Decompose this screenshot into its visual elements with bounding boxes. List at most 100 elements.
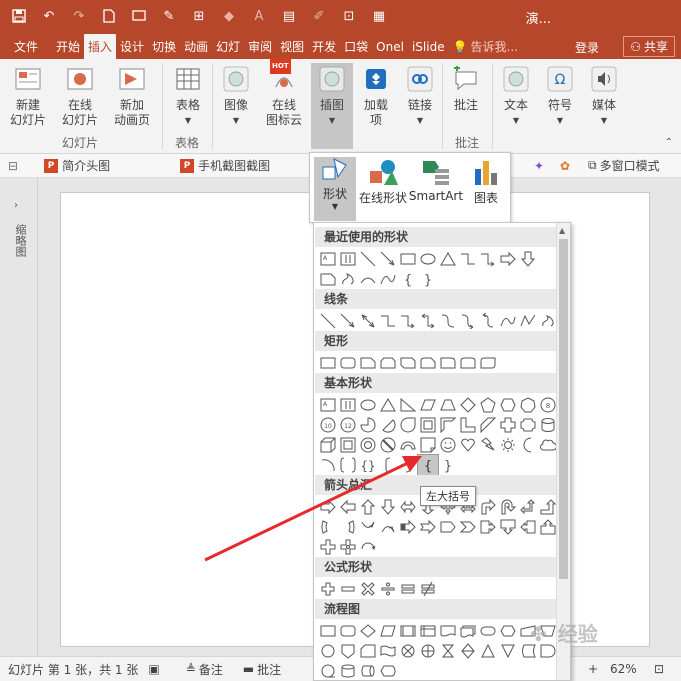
chord-shape[interactable] [378,415,398,435]
redo-icon[interactable]: ↷ [68,5,90,27]
smartart-button[interactable]: SmartArt [409,157,463,203]
down-arrow-shape[interactable] [518,249,538,269]
image-button[interactable]: 图像 ▼ [218,63,254,128]
right-arrow-callout-shape[interactable] [478,517,498,537]
double-bracket-shape[interactable] [338,455,358,475]
text-button[interactable]: 文本 ▼ [498,63,534,128]
moon-shape[interactable] [518,435,538,455]
slideshow-icon[interactable] [128,5,150,27]
puzzle-icon[interactable]: ✦ [534,159,544,173]
elbow-arrow-shape[interactable] [478,249,498,269]
flowchart-display-shape[interactable] [378,661,398,680]
heptagon-shape[interactable] [518,395,538,415]
oval-shape[interactable] [358,395,378,415]
divide-shape[interactable] [378,579,398,599]
new-slide-button[interactable]: 新建 幻灯片 [6,63,50,128]
tab-animations[interactable]: 动画 [180,34,212,59]
cube-shape[interactable] [318,435,338,455]
left-up-arrow-shape[interactable] [518,497,538,517]
new-file-icon[interactable] [98,5,120,27]
flowchart-connector-shape[interactable] [318,641,338,661]
right-bracket-shape[interactable] [398,455,418,475]
tab-view[interactable]: 视图 [276,34,308,59]
collapse-ribbon-icon[interactable]: ⌃ [665,137,673,148]
vertical-textbox-shape[interactable] [338,249,358,269]
curve-shape[interactable] [498,311,518,331]
isosceles-triangle-shape[interactable] [378,395,398,415]
flowchart-data-shape[interactable] [378,621,398,641]
illustrations-button[interactable]: 插图 ▼ [311,63,353,149]
tab-slideshow[interactable]: 幻灯 [212,34,244,59]
curved-double-arrow-shape[interactable] [478,311,498,331]
cross-arrow-shape[interactable] [338,537,358,557]
login-link[interactable]: 登录 [575,39,599,56]
flowchart-merge-shape[interactable] [498,641,518,661]
round-diagonal-shape[interactable] [478,353,498,373]
flowchart-internal-storage-shape[interactable] [418,621,438,641]
save-icon[interactable] [8,5,30,27]
freeform-shape[interactable] [518,311,538,331]
half-frame-shape[interactable] [438,415,458,435]
round-same-side-shape[interactable] [458,353,478,373]
online-shapes-button[interactable]: 在线形状 [358,157,408,206]
flowchart-card-shape[interactable] [358,641,378,661]
donut-shape[interactable] [358,435,378,455]
left-right-arrow-shape[interactable] [398,497,418,517]
theme-icon[interactable]: ▦ [368,5,390,27]
left-bracket-shape[interactable] [378,455,398,475]
tab-pocket[interactable]: 口袋 [340,34,372,59]
textbox-shape[interactable]: A [318,249,338,269]
left-arrow-shape[interactable] [338,497,358,517]
pentagon-arrow-shape[interactable] [438,517,458,537]
fit-window-icon[interactable]: ⊡ [654,662,664,676]
flowchart-magnetic-disk-shape[interactable] [338,661,358,680]
not-equal-shape[interactable] [418,579,438,599]
snip-same-side-shape[interactable] [378,353,398,373]
flowchart-multidocument-shape[interactable] [458,621,478,641]
multiply-shape[interactable] [358,579,378,599]
curved-up-arrow-shape[interactable] [358,517,378,537]
teardrop-shape[interactable] [398,415,418,435]
plaque-shape[interactable] [518,415,538,435]
freeform-shape[interactable] [338,269,358,289]
addins-button[interactable]: 加载 项 [358,63,394,128]
l-shape[interactable] [458,415,478,435]
media-button[interactable]: 媒体 ▼ [586,63,622,128]
right-brace-shape[interactable]: } [418,269,438,289]
symbol-button[interactable]: Ω 符号 ▼ [542,63,578,128]
down-arrow-shape[interactable] [378,497,398,517]
sun-shape[interactable] [498,435,518,455]
tab-home[interactable]: 开始 [52,34,84,59]
zoom-level[interactable]: 62% [610,662,637,676]
notes-button[interactable]: ≜ 备注 [186,661,223,678]
chart-button[interactable]: 图表 [466,157,506,206]
pie-shape[interactable] [358,415,378,435]
flowchart-punched-tape-shape[interactable] [378,641,398,661]
flowchart-collate-shape[interactable] [438,641,458,661]
flowchart-or-shape[interactable] [418,641,438,661]
gear-icon[interactable]: ✿ [560,159,570,173]
flowchart-predefined-process-shape[interactable] [398,621,418,641]
decagon-shape[interactable]: 10 [318,415,338,435]
rectangle-shape[interactable] [318,353,338,373]
curved-down-arrow-shape[interactable] [378,517,398,537]
tell-me-search[interactable]: 💡 告诉我... [449,34,522,59]
eyedropper-icon[interactable]: ✎ [158,5,180,27]
parallelogram-shape[interactable] [418,395,438,415]
table-button[interactable]: 表格 ▼ [170,63,206,128]
hexagon-shape[interactable] [498,395,518,415]
tab-file[interactable]: 文件 [0,34,52,59]
flowchart-process-shape[interactable] [318,621,338,641]
curved-connector-shape[interactable] [438,311,458,331]
flowchart-terminator-shape[interactable] [478,621,498,641]
tab-islide[interactable]: iSlide [408,34,449,59]
plus-shape[interactable] [318,579,338,599]
rectangle-shape[interactable] [398,249,418,269]
flowchart-summing-junction-shape[interactable] [398,641,418,661]
spellcheck-icon[interactable]: ▣ [148,662,159,676]
bent-arrow-shape[interactable] [478,497,498,517]
addin-item-screenshot[interactable]: P 手机截图截图 [180,157,270,174]
align-icon[interactable]: ⊞ [188,5,210,27]
rounded-rectangle-shape[interactable] [338,353,358,373]
tab-transitions[interactable]: 切换 [148,34,180,59]
